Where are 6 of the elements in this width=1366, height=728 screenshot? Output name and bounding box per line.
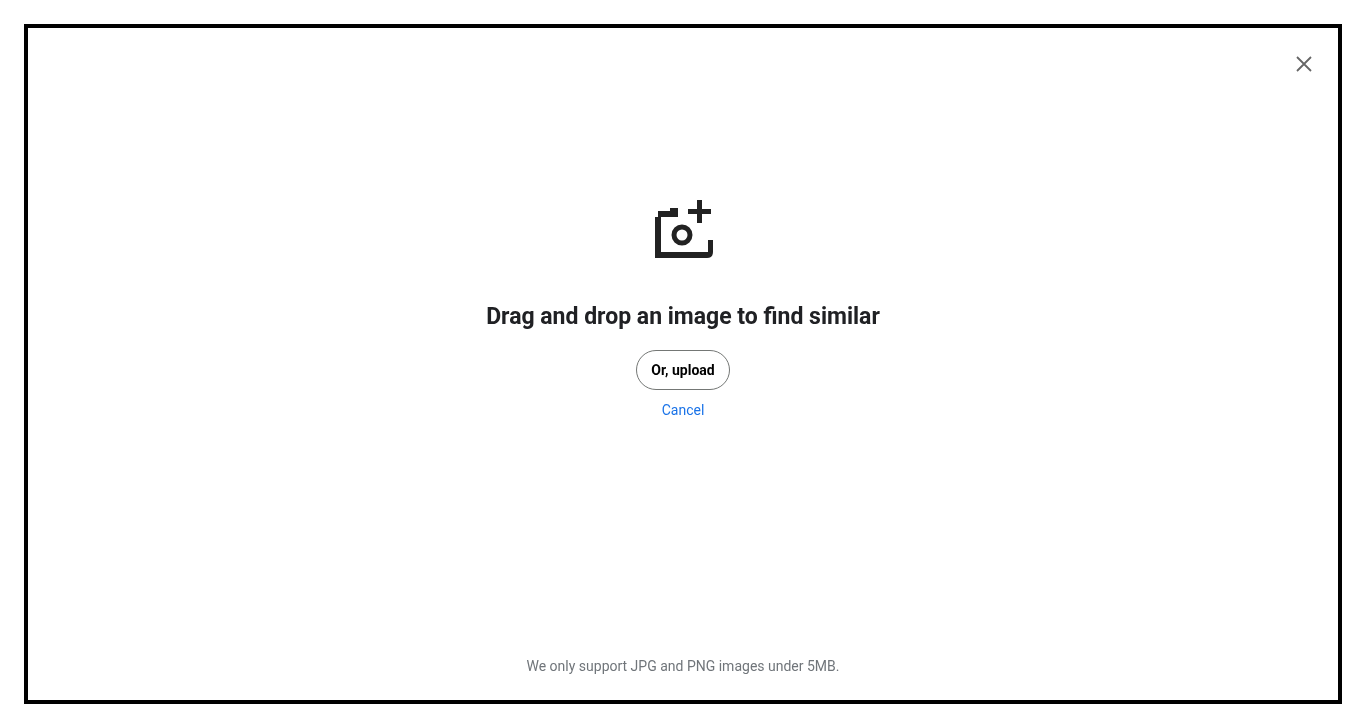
cancel-link[interactable]: Cancel — [661, 400, 705, 420]
camera-plus-icon — [652, 200, 714, 260]
dialog-title: Drag and drop an image to find similar — [486, 303, 880, 331]
close-icon — [1296, 56, 1312, 72]
footnote: We only support JPG and PNG images under 5MB. — [526, 657, 840, 676]
upload-button[interactable]: Or, upload — [636, 350, 730, 390]
